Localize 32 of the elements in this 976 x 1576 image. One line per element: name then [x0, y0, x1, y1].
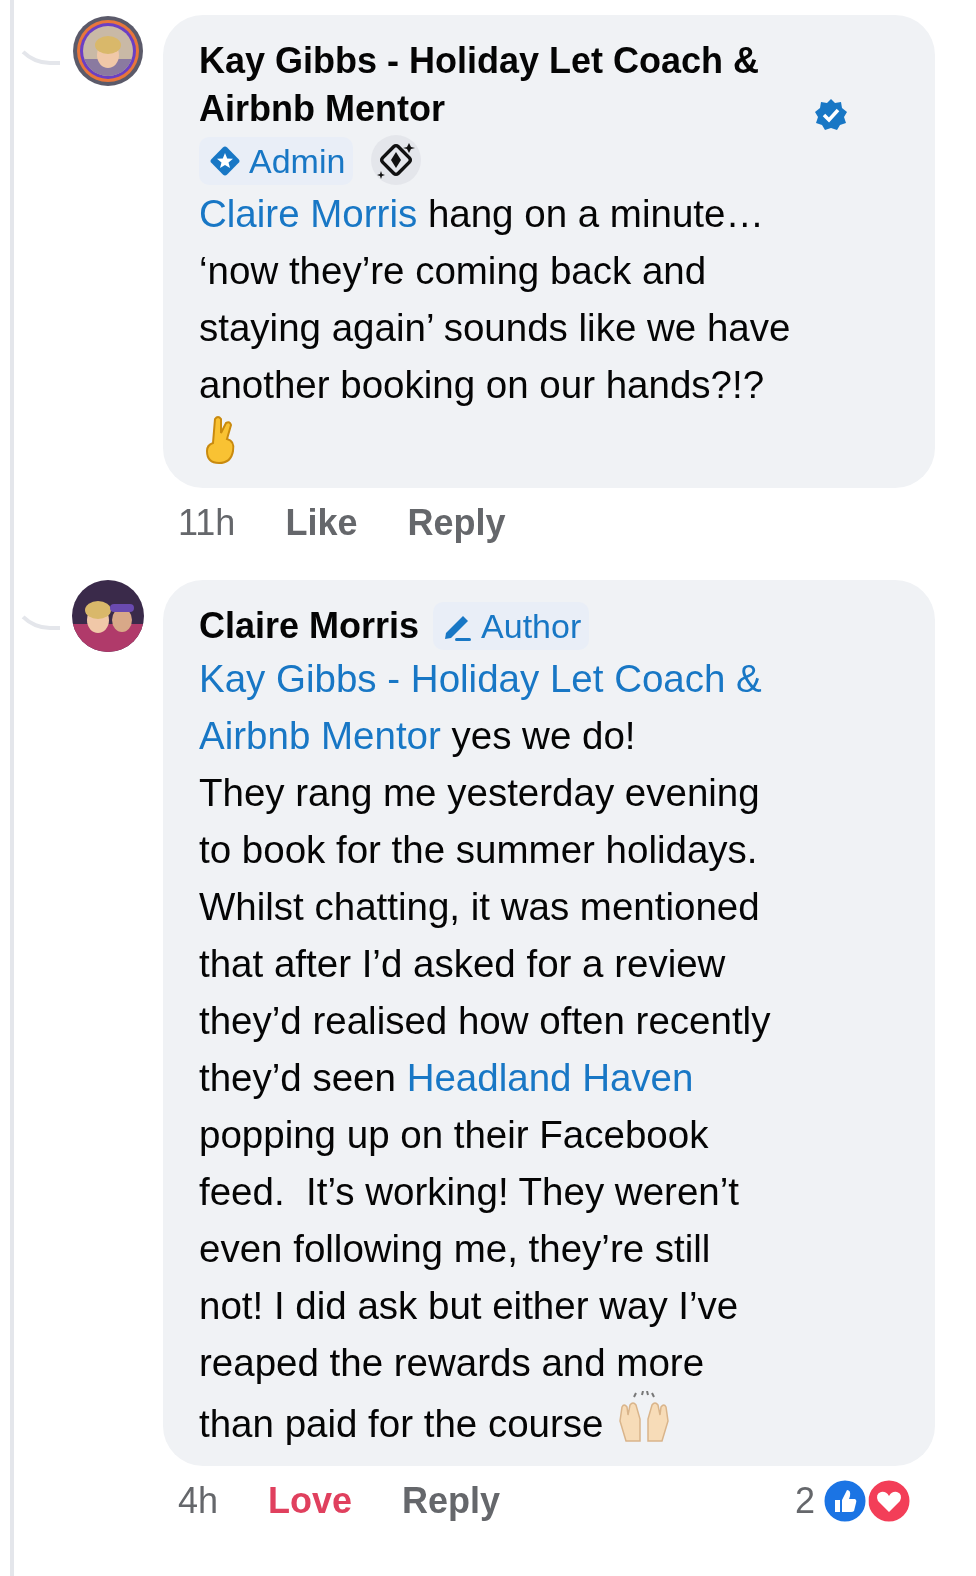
comment-text: they’d realised how often recently — [199, 998, 772, 1044]
reaction-count[interactable]: 2 — [794, 1474, 815, 1528]
comment-text: popping up on their Facebook — [199, 1112, 710, 1158]
comment-text: reaped the rewards and more — [199, 1340, 706, 1386]
reply-button[interactable]: Reply — [407, 496, 506, 550]
comment-text: than paid for the course — [199, 1391, 915, 1452]
role-badge: Admin — [199, 137, 354, 185]
comment-text: feed. It’s working! They weren’t — [199, 1169, 740, 1215]
comment-text: Whilst chatting, it was mentioned — [199, 884, 761, 930]
comment-text: Airbnb Mentor yes we do! — [199, 713, 637, 759]
comment-text: that after I’d asked for a review — [199, 941, 727, 987]
comment-text: they’d seen Headland Haven — [199, 1055, 695, 1101]
comment-text: ‘now they’re coming back and — [199, 248, 708, 294]
mention-link[interactable]: Kay Gibbs - Holiday Let Coach & — [199, 657, 762, 700]
comment-text: even following me, they’re still — [199, 1226, 712, 1272]
mention-link[interactable]: Claire Morris — [199, 192, 418, 235]
reply-button[interactable]: Reply — [402, 1474, 501, 1528]
comment-text: staying again’ sounds like we have — [199, 305, 792, 351]
comment-text: not! I did ask but either way I’ve — [199, 1283, 740, 1329]
timestamp: 4h — [178, 1479, 219, 1523]
comment-text: another booking on our hands?!? — [199, 362, 766, 408]
react-button[interactable]: Love — [268, 1474, 353, 1528]
comment-text: They rang me yesterday evening — [199, 770, 761, 816]
role-badge: Author — [433, 602, 590, 650]
timestamp: 11h — [178, 501, 236, 545]
comment-text: to book for the summer holidays. — [199, 827, 759, 873]
author-name[interactable]: Kay Gibbs - Holiday Let Coach & Airbnb Mentor — [199, 37, 799, 133]
mention-link[interactable]: Airbnb Mentor — [199, 714, 441, 757]
mention-link[interactable]: Headland Haven — [406, 1056, 694, 1099]
comment-text: Claire Morris hang on a minute… — [199, 191, 765, 237]
author-name[interactable]: Claire Morris — [199, 602, 420, 650]
react-button[interactable]: Like — [285, 496, 358, 550]
